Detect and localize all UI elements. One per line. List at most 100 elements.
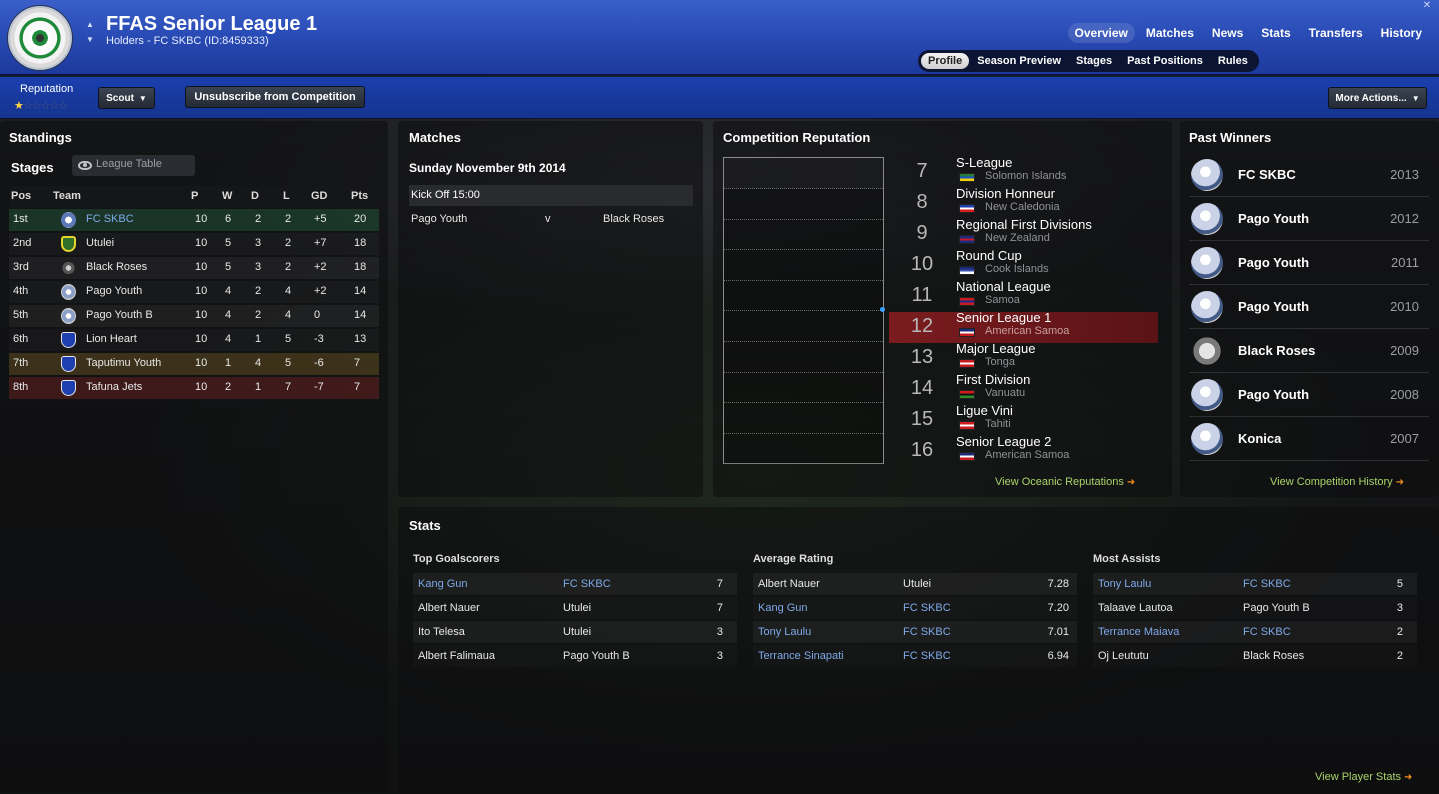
- away-team[interactable]: Black Roses: [603, 213, 664, 225]
- competition-name[interactable]: Division Honneur: [956, 186, 1055, 201]
- subtab-profile[interactable]: Profile: [921, 53, 970, 69]
- row-team[interactable]: Black Roses: [86, 261, 147, 273]
- reputation-row[interactable]: 7 S-League Solomon Islands: [889, 155, 1158, 188]
- tab-history[interactable]: History: [1374, 23, 1429, 43]
- competition-name[interactable]: Round Cup: [956, 248, 1022, 263]
- table-row[interactable]: 2nd Utulei 10 5 3 2 +7 18: [9, 233, 379, 255]
- competition-name[interactable]: S-League: [956, 155, 1012, 170]
- view-player-stats-link[interactable]: View Player Stats ➜: [1315, 771, 1412, 783]
- reputation-row[interactable]: 12 Senior League 1 American Samoa: [889, 310, 1158, 343]
- row-lost: 2: [285, 213, 292, 225]
- table-row[interactable]: 3rd Black Roses 10 5 3 2 +2 18: [9, 257, 379, 279]
- competition-name[interactable]: Senior League 2: [956, 434, 1051, 449]
- past-winner-row[interactable]: Pago Youth 2012: [1189, 197, 1429, 241]
- row-team[interactable]: Tafuna Jets: [86, 381, 142, 393]
- stat-player[interactable]: Tony Laulu: [758, 626, 811, 638]
- stat-team[interactable]: FC SKBC: [1243, 578, 1291, 590]
- table-row[interactable]: 1st FC SKBC 10 6 2 2 +5 20: [9, 209, 379, 231]
- reputation-row[interactable]: 13 Major League Tonga: [889, 341, 1158, 374]
- competition-name[interactable]: Ligue Vini: [956, 403, 1013, 418]
- past-winner-row[interactable]: Pago Youth 2010: [1189, 285, 1429, 329]
- subtab-rules[interactable]: Rules: [1211, 53, 1255, 69]
- page-title: FFAS Senior League 1: [106, 13, 318, 35]
- table-row[interactable]: 6th Lion Heart 10 4 1 5 -3 13: [9, 329, 379, 351]
- competition-name[interactable]: Regional First Divisions: [956, 217, 1092, 232]
- stat-player[interactable]: Tony Laulu: [1098, 578, 1151, 590]
- stat-team[interactable]: Pago Youth B: [1243, 602, 1310, 614]
- table-row[interactable]: 8th Tafuna Jets 10 2 1 7 -7 7: [9, 377, 379, 399]
- team-crest-icon: [61, 380, 76, 396]
- past-winner-team[interactable]: Black Roses: [1238, 343, 1315, 358]
- subtab-season-preview[interactable]: Season Preview: [970, 53, 1068, 69]
- past-winner-row[interactable]: FC SKBC 2013: [1189, 153, 1429, 197]
- competition-name[interactable]: Major League: [956, 341, 1036, 356]
- past-winner-team[interactable]: Konica: [1238, 431, 1281, 446]
- stat-player[interactable]: Kang Gun: [758, 602, 808, 614]
- past-winner-row[interactable]: Pago Youth 2008: [1189, 373, 1429, 417]
- reputation-row[interactable]: 10 Round Cup Cook Islands: [889, 248, 1158, 281]
- unsubscribe-button[interactable]: Unsubscribe from Competition: [185, 86, 365, 108]
- more-actions-button[interactable]: More Actions... ▼: [1328, 87, 1427, 109]
- stat-team[interactable]: Utulei: [903, 578, 931, 590]
- stat-team[interactable]: Utulei: [563, 602, 591, 614]
- stat-team[interactable]: FC SKBC: [563, 578, 611, 590]
- subtab-stages[interactable]: Stages: [1069, 53, 1119, 69]
- tab-news[interactable]: News: [1205, 23, 1250, 43]
- stat-player[interactable]: Ito Telesa: [418, 626, 465, 638]
- competition-name[interactable]: First Division: [956, 372, 1030, 387]
- view-competition-history-link[interactable]: View Competition History ➜: [1270, 476, 1404, 488]
- past-winner-team[interactable]: Pago Youth: [1238, 211, 1309, 226]
- row-team[interactable]: Utulei: [86, 237, 114, 249]
- home-team[interactable]: Pago Youth: [411, 213, 467, 225]
- row-team[interactable]: FC SKBC: [86, 213, 134, 225]
- stat-team[interactable]: FC SKBC: [903, 650, 951, 662]
- next-arrow-icon[interactable]: ▼: [84, 35, 96, 45]
- row-team[interactable]: Lion Heart: [86, 333, 137, 345]
- reputation-row[interactable]: 8 Division Honneur New Caledonia: [889, 186, 1158, 219]
- stat-team[interactable]: Pago Youth B: [563, 650, 630, 662]
- table-row[interactable]: 7th Taputimu Youth 10 1 4 5 -6 7: [9, 353, 379, 375]
- stat-player[interactable]: Albert Nauer: [418, 602, 480, 614]
- table-row[interactable]: 4th Pago Youth 10 4 2 4 +2 14: [9, 281, 379, 303]
- row-team[interactable]: Taputimu Youth: [86, 357, 161, 369]
- row-played: 10: [195, 237, 208, 249]
- stat-player[interactable]: Oj Leututu: [1098, 650, 1149, 662]
- view-oceanic-reputations-link[interactable]: View Oceanic Reputations ➜: [995, 476, 1135, 488]
- stat-player[interactable]: Kang Gun: [418, 578, 468, 590]
- stat-player[interactable]: Albert Falimaua: [418, 650, 495, 662]
- stat-player[interactable]: Albert Nauer: [758, 578, 820, 590]
- stat-player[interactable]: Terrance Sinapati: [758, 650, 844, 662]
- tab-transfers[interactable]: Transfers: [1302, 23, 1370, 43]
- past-winner-team[interactable]: Pago Youth: [1238, 255, 1309, 270]
- reputation-row[interactable]: 9 Regional First Divisions New Zealand: [889, 217, 1158, 250]
- reputation-row[interactable]: 15 Ligue Vini Tahiti: [889, 403, 1158, 436]
- subtab-past-positions[interactable]: Past Positions: [1120, 53, 1210, 69]
- stat-team[interactable]: Black Roses: [1243, 650, 1304, 662]
- reputation-row[interactable]: 11 National League Samoa: [889, 279, 1158, 312]
- stat-team[interactable]: FC SKBC: [903, 626, 951, 638]
- past-winner-row[interactable]: Pago Youth 2011: [1189, 241, 1429, 285]
- past-winner-team[interactable]: Pago Youth: [1238, 299, 1309, 314]
- past-winner-row[interactable]: Konica 2007: [1189, 417, 1429, 461]
- competition-name[interactable]: National League: [956, 279, 1051, 294]
- tab-stats[interactable]: Stats: [1254, 23, 1297, 43]
- row-team[interactable]: Pago Youth: [86, 285, 142, 297]
- row-team[interactable]: Pago Youth B: [86, 309, 153, 321]
- stat-team[interactable]: FC SKBC: [903, 602, 951, 614]
- tab-overview[interactable]: Overview: [1067, 23, 1135, 43]
- tab-matches[interactable]: Matches: [1139, 23, 1201, 43]
- past-winner-row[interactable]: Black Roses 2009: [1189, 329, 1429, 373]
- past-winner-team[interactable]: Pago Youth: [1238, 387, 1309, 402]
- table-row[interactable]: 5th Pago Youth B 10 4 2 4 0 14: [9, 305, 379, 327]
- past-winner-team[interactable]: FC SKBC: [1238, 167, 1296, 182]
- previous-arrow-icon[interactable]: ▲: [84, 20, 96, 30]
- stat-team[interactable]: FC SKBC: [1243, 626, 1291, 638]
- stat-player[interactable]: Talaave Lautoa: [1098, 602, 1173, 614]
- stat-player[interactable]: Terrance Maiava: [1098, 626, 1179, 638]
- reputation-row[interactable]: 16 Senior League 2 American Samoa: [889, 434, 1158, 467]
- stat-team[interactable]: Utulei: [563, 626, 591, 638]
- reputation-row[interactable]: 14 First Division Vanuatu: [889, 372, 1158, 405]
- scout-button[interactable]: Scout ▼: [98, 87, 155, 109]
- close-icon[interactable]: ✕: [1421, 0, 1433, 12]
- competition-name[interactable]: Senior League 1: [956, 310, 1051, 325]
